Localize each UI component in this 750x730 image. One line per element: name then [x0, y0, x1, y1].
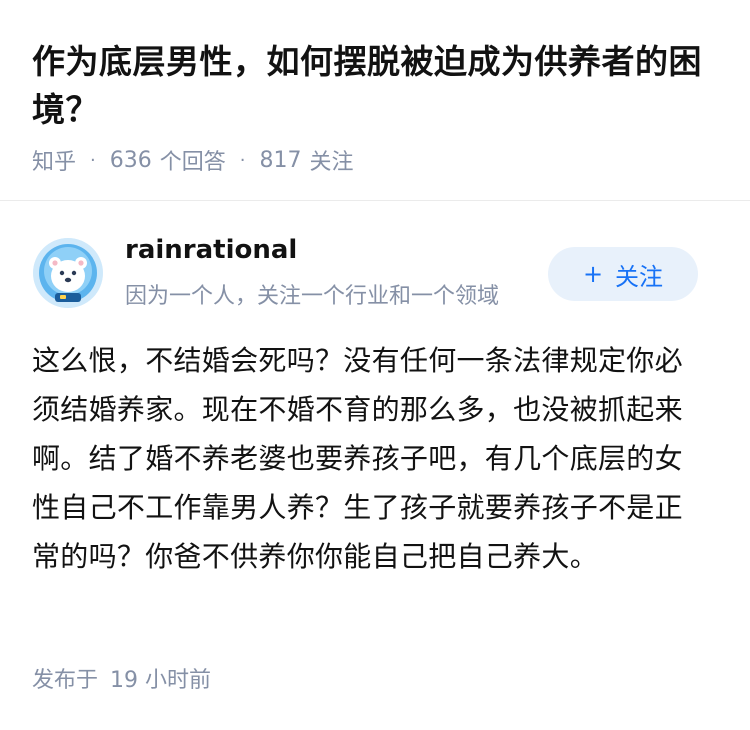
question-title[interactable]: 作为底层男性，如何摆脱被迫成为供养者的困境？	[32, 38, 722, 134]
publish-time: 19 小时前	[110, 668, 212, 693]
answer-content: 这么恨，不结婚会死吗？没有任何一条法律规定你必须结婚养家。现在不婚不育的那么多，…	[32, 344, 683, 573]
separator-dot: ·	[90, 149, 96, 171]
publish-label: 发布于	[32, 668, 99, 693]
publish-info: 发布于 19 小时前	[32, 661, 211, 695]
question-meta: 知乎 · 636 个回答 · 817 关注	[32, 142, 354, 178]
answer-count-label: 个回答	[159, 150, 226, 175]
answer-page: 作为底层男性，如何摆脱被迫成为供养者的困境？ 知乎 · 636 个回答 · 81…	[0, 0, 750, 730]
author-avatar[interactable]	[33, 238, 103, 308]
polar-bear-astronaut-avatar-icon	[33, 238, 103, 308]
follower-count: 817	[259, 147, 302, 173]
plus-icon: +	[582, 260, 604, 288]
author-name[interactable]: rainrational	[125, 235, 297, 265]
separator-dot: ·	[239, 149, 246, 171]
answer-count: 636	[109, 147, 152, 173]
follower-count-label: 关注	[309, 150, 354, 175]
source-label[interactable]: 知乎	[32, 144, 76, 176]
follow-button-label: 关注	[615, 262, 664, 291]
section-divider	[0, 200, 750, 201]
follow-button[interactable]: + 关注	[548, 247, 698, 301]
author-headline: 因为一个人，关注一个行业和一个领域	[125, 284, 500, 309]
